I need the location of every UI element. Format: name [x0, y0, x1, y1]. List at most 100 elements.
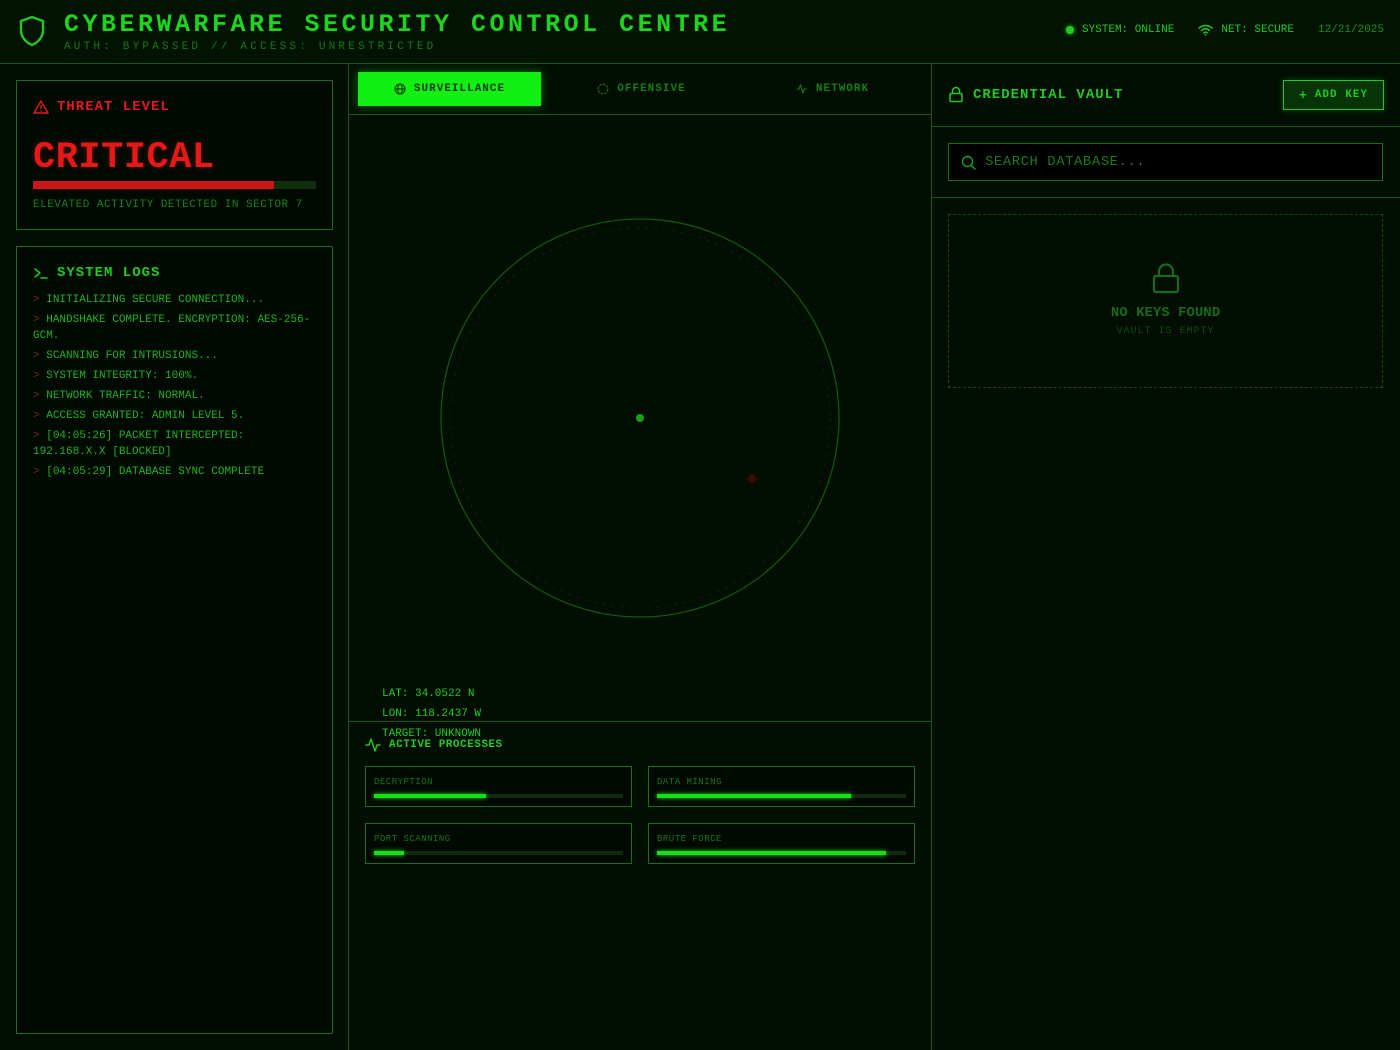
threat-level-fill [33, 181, 274, 189]
log-text: INITIALIZING SECURE CONNECTION... [46, 294, 265, 306]
process-fill [657, 794, 852, 798]
log-prompt-icon: > [33, 314, 40, 326]
tab-offensive[interactable]: OFFENSIVE [550, 72, 733, 106]
add-key-button[interactable]: + ADD KEY [1283, 80, 1384, 110]
log-text: SYSTEM INTEGRITY: 100%. [46, 370, 199, 382]
process-bar [657, 851, 906, 855]
log-entry: > NETWORK TRAFFIC: NORMAL. [33, 388, 318, 404]
log-prompt-icon: > [33, 466, 40, 478]
log-entry: > SYSTEM INTEGRITY: 100%. [33, 368, 318, 384]
left-panel: THREAT LEVEL CRITICAL ELEVATED ACTIVITY … [0, 64, 349, 1050]
status-group: SYSTEM: ONLINE NET: SECURE 12/21/2025 [1065, 24, 1384, 36]
log-prompt-icon: > [33, 430, 40, 442]
threat-level-title: THREAT LEVEL [57, 99, 170, 115]
active-processes-title: ACTIVE PROCESSES [389, 739, 503, 751]
log-prompt-icon: > [33, 370, 40, 382]
process-fill [374, 851, 404, 855]
process-fill [374, 794, 487, 798]
log-text: [04:05:29] DATABASE SYNC COMPLETE [46, 466, 265, 478]
surveillance-view: LAT: 34.0522 N LON: 118.2437 W TARGET: U… [349, 115, 932, 740]
search-input[interactable] [985, 144, 1375, 180]
log-prompt-icon: > [33, 294, 40, 306]
system-logs-card: SYSTEM LOGS > INITIALIZING SECURE CONNEC… [16, 246, 333, 1034]
crosshair-icon [597, 83, 609, 95]
app-title: CYBERWARFARE SECURITY CONTROL CENTRE [64, 10, 731, 39]
process-bar [374, 851, 623, 855]
net-status-label: NET: SECURE [1221, 24, 1294, 36]
empty-vault-subtitle: VAULT IS EMPTY [1116, 326, 1215, 337]
radar-display[interactable] [440, 218, 840, 618]
search-box [948, 143, 1383, 181]
search-icon [961, 155, 976, 170]
plus-icon: + [1298, 87, 1308, 103]
log-text: NETWORK TRAFFIC: NORMAL. [46, 390, 205, 402]
tab-network[interactable]: NETWORK [741, 72, 924, 106]
vault-title-label: CREDENTIAL VAULT [973, 86, 1124, 103]
log-entry: > INITIALIZING SECURE CONNECTION... [33, 292, 318, 308]
terminal-icon [34, 268, 48, 279]
mode-tabs: SURVEILLANCE OFFENSIVE NETWORK [349, 64, 932, 115]
net-status: NET: SECURE [1198, 24, 1294, 36]
process-bar [374, 794, 623, 798]
process-bar [657, 794, 906, 798]
process-card: BRUTE FORCE [648, 823, 915, 864]
log-prompt-icon: > [33, 410, 40, 422]
threat-caption: ELEVATED ACTIVITY DETECTED IN SECTOR 7 [33, 199, 303, 211]
process-label: DATA MINING [657, 777, 722, 787]
log-entry: > ACCESS GRANTED: ADMIN LEVEL 5. [33, 408, 318, 424]
system-logs-title: SYSTEM LOGS [57, 265, 161, 281]
date-display: 12/21/2025 [1317, 24, 1384, 36]
status-dot-icon [1065, 26, 1074, 34]
add-key-label: ADD KEY [1314, 89, 1369, 101]
threat-level-bar [33, 181, 316, 189]
log-text: [04:05:26] PACKET INTERCEPTED: 192.168.X… [33, 430, 245, 458]
threat-level-card: THREAT LEVEL CRITICAL ELEVATED ACTIVITY … [16, 80, 333, 230]
tab-surveillance-label: SURVEILLANCE [413, 83, 506, 95]
vault-title: CREDENTIAL VAULT [948, 86, 1123, 103]
system-logs-header: SYSTEM LOGS [33, 265, 160, 281]
process-label: BRUTE FORCE [657, 834, 722, 844]
threat-level-header: THREAT LEVEL [33, 99, 170, 115]
vault-header: CREDENTIAL VAULT + ADD KEY [932, 64, 1400, 127]
lock-icon [1152, 263, 1180, 294]
process-fill [657, 851, 887, 855]
lock-icon [949, 86, 963, 103]
latitude-readout: LAT: 34.0522 N [382, 688, 475, 700]
log-text: ACCESS GRANTED: ADMIN LEVEL 5. [46, 410, 245, 422]
top-bar: CYBERWARFARE SECURITY CONTROL CENTRE AUT… [0, 0, 1400, 64]
log-prompt-icon: > [33, 390, 40, 402]
center-panel: SURVEILLANCE OFFENSIVE NETWORK LAT: 34.0… [349, 64, 932, 1050]
process-label: PORT SCANNING [374, 834, 451, 844]
radar-target-blip [747, 474, 757, 484]
shield-icon [19, 15, 45, 47]
tab-network-label: NETWORK [815, 83, 870, 95]
log-prompt-icon: > [33, 350, 40, 362]
log-entry: > SCANNING FOR INTRUSIONS... [33, 348, 318, 364]
activity-icon [796, 84, 807, 94]
system-status: SYSTEM: ONLINE [1065, 24, 1174, 36]
process-card: PORT SCANNING [365, 823, 632, 864]
radar-center-dot [636, 414, 644, 422]
process-card: DECRYPTION [365, 766, 632, 807]
process-label: DECRYPTION [374, 777, 434, 787]
credential-vault-panel: CREDENTIAL VAULT + ADD KEY NO KEYS FOUND… [932, 64, 1400, 1050]
auth-subtitle: AUTH: BYPASSED // ACCESS: UNRESTRICTED [64, 41, 437, 53]
vault-search-section [932, 127, 1400, 198]
log-text: SCANNING FOR INTRUSIONS... [46, 350, 218, 362]
log-entry: > [04:05:26] PACKET INTERCEPTED: 192.168… [33, 428, 318, 460]
active-processes-panel: ACTIVE PROCESSES DECRYPTION DATA MINING … [349, 721, 932, 1050]
log-entry: > HANDSHAKE COMPLETE. ENCRYPTION: AES-25… [33, 312, 318, 344]
threat-level-value: CRITICAL [33, 137, 215, 179]
activity-icon [365, 738, 381, 752]
warning-icon [33, 100, 49, 114]
process-card: DATA MINING [648, 766, 915, 807]
log-entry: > [04:05:29] DATABASE SYNC COMPLETE [33, 464, 318, 480]
globe-icon [394, 83, 406, 95]
tab-surveillance[interactable]: SURVEILLANCE [358, 72, 541, 106]
log-text: HANDSHAKE COMPLETE. ENCRYPTION: AES-256-… [33, 314, 311, 342]
active-processes-header: ACTIVE PROCESSES [365, 738, 503, 752]
empty-vault-state: NO KEYS FOUND VAULT IS EMPTY [948, 214, 1383, 388]
empty-vault-title: NO KEYS FOUND [1110, 305, 1221, 321]
log-list: > INITIALIZING SECURE CONNECTION... > HAN… [33, 292, 318, 484]
wifi-icon [1198, 24, 1214, 36]
